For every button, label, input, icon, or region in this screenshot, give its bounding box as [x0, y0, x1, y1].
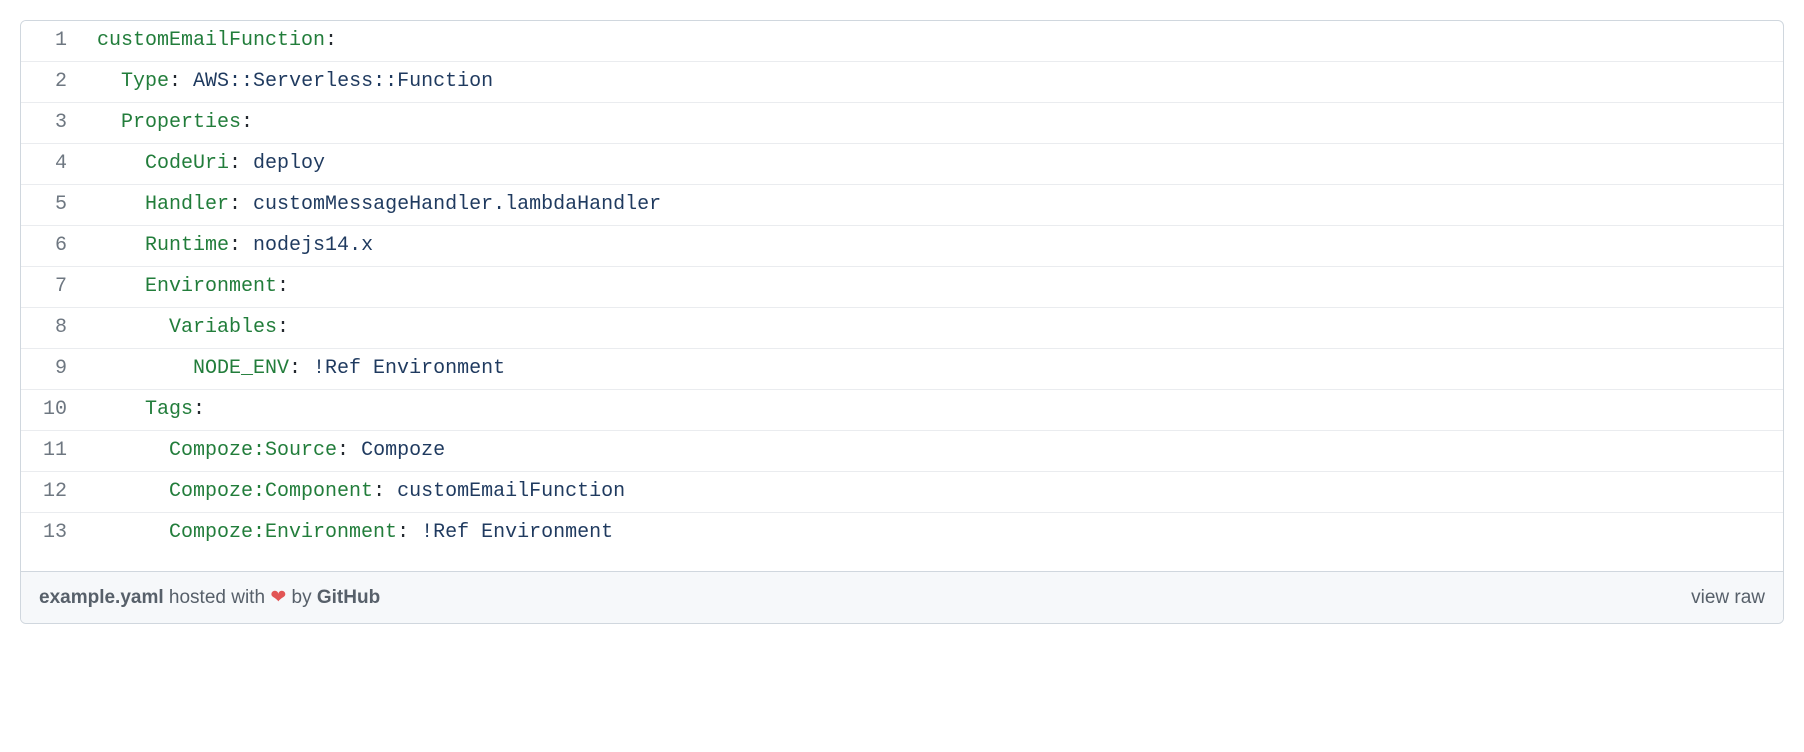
line-number[interactable]: 9 [21, 349, 81, 390]
line-code: Runtime: nodejs14.x [81, 226, 1783, 267]
line-code: customEmailFunction: [81, 21, 1783, 62]
line-code: Compoze:Environment: !Ref Environment [81, 513, 1783, 554]
line-code: Type: AWS::Serverless::Function [81, 62, 1783, 103]
code-row: 10 Tags: [21, 390, 1783, 431]
line-number[interactable]: 1 [21, 21, 81, 62]
code-row: 9 NODE_ENV: !Ref Environment [21, 349, 1783, 390]
yaml-key: Variables [169, 316, 277, 339]
code-row: 7 Environment: [21, 267, 1783, 308]
yaml-key: NODE_ENV [193, 357, 289, 380]
footer-left: example.yaml hosted with ❤ by GitHub [39, 586, 380, 609]
line-code: Properties: [81, 103, 1783, 144]
yaml-key: CodeUri [145, 152, 229, 175]
by-text: by [286, 587, 317, 608]
code-row: 1customEmailFunction: [21, 21, 1783, 62]
code-row: 12 Compoze:Component: customEmailFunctio… [21, 472, 1783, 513]
line-number[interactable]: 4 [21, 144, 81, 185]
line-code: Environment: [81, 267, 1783, 308]
github-link[interactable]: GitHub [317, 587, 380, 608]
line-code: Variables: [81, 308, 1783, 349]
code-row: 5 Handler: customMessageHandler.lambdaHa… [21, 185, 1783, 226]
code-row: 8 Variables: [21, 308, 1783, 349]
line-number[interactable]: 10 [21, 390, 81, 431]
line-number[interactable]: 2 [21, 62, 81, 103]
line-number[interactable]: 8 [21, 308, 81, 349]
yaml-key: Compoze:Source [169, 439, 337, 462]
yaml-value: !Ref Environment [421, 521, 613, 544]
code-row: 11 Compoze:Source: Compoze [21, 431, 1783, 472]
code-table: 1customEmailFunction:2 Type: AWS::Server… [21, 21, 1783, 571]
yaml-key: Type [121, 70, 169, 93]
code-row: 13 Compoze:Environment: !Ref Environment [21, 513, 1783, 554]
yaml-key: Environment [145, 275, 277, 298]
line-code: Handler: customMessageHandler.lambdaHand… [81, 185, 1783, 226]
heart-icon: ❤ [270, 587, 286, 608]
code-area: 1customEmailFunction:2 Type: AWS::Server… [21, 21, 1783, 571]
line-number[interactable]: 12 [21, 472, 81, 513]
code-row: 2 Type: AWS::Serverless::Function [21, 62, 1783, 103]
filename-link[interactable]: example.yaml [39, 587, 164, 608]
yaml-value: customMessageHandler.lambdaHandler [253, 193, 661, 216]
line-number[interactable]: 5 [21, 185, 81, 226]
yaml-value: Compoze [361, 439, 445, 462]
line-number[interactable]: 13 [21, 513, 81, 554]
gist-container: 1customEmailFunction:2 Type: AWS::Server… [20, 20, 1784, 624]
line-code: Compoze:Source: Compoze [81, 431, 1783, 472]
line-code: Tags: [81, 390, 1783, 431]
yaml-key: Tags [145, 398, 193, 421]
view-raw-link[interactable]: view raw [1691, 587, 1765, 608]
yaml-key: customEmailFunction [97, 29, 325, 52]
yaml-value: nodejs14.x [253, 234, 373, 257]
code-row: 6 Runtime: nodejs14.x [21, 226, 1783, 267]
footer-right: view raw [1691, 587, 1765, 609]
yaml-value: deploy [253, 152, 325, 175]
yaml-value: !Ref Environment [313, 357, 505, 380]
gist-footer: example.yaml hosted with ❤ by GitHub vie… [21, 571, 1783, 623]
line-code: CodeUri: deploy [81, 144, 1783, 185]
hosted-text: hosted with [164, 587, 271, 608]
line-code: NODE_ENV: !Ref Environment [81, 349, 1783, 390]
code-row: 4 CodeUri: deploy [21, 144, 1783, 185]
yaml-key: Compoze:Component [169, 480, 373, 503]
line-number[interactable]: 11 [21, 431, 81, 472]
yaml-key: Compoze:Environment [169, 521, 397, 544]
yaml-key: Handler [145, 193, 229, 216]
line-number[interactable]: 6 [21, 226, 81, 267]
line-number[interactable]: 7 [21, 267, 81, 308]
yaml-key: Runtime [145, 234, 229, 257]
code-row: 3 Properties: [21, 103, 1783, 144]
yaml-value: customEmailFunction [397, 480, 625, 503]
line-number[interactable]: 3 [21, 103, 81, 144]
line-code: Compoze:Component: customEmailFunction [81, 472, 1783, 513]
yaml-value: AWS::Serverless::Function [193, 70, 493, 93]
yaml-key: Properties [121, 111, 241, 134]
